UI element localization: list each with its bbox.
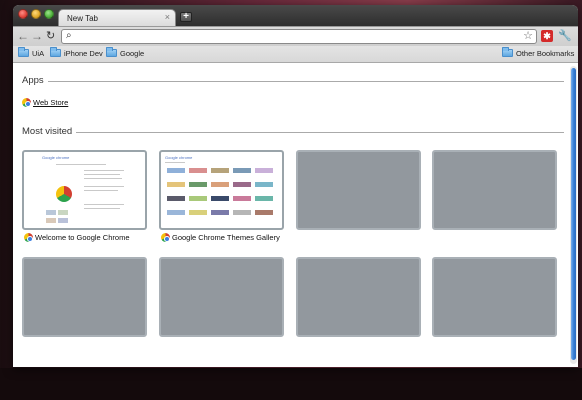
forward-arrow-icon[interactable]: → xyxy=(31,29,43,43)
toolbar: ← → ↻ ⌕ ☆ ✱ 🔧 xyxy=(13,26,578,46)
wrench-icon[interactable]: 🔧 xyxy=(558,29,572,42)
minimize-window-button[interactable] xyxy=(31,9,41,19)
empty-thumbnail[interactable] xyxy=(296,150,421,230)
thumbnail-title: Welcome to Google Chrome xyxy=(35,233,130,242)
zoom-window-button[interactable] xyxy=(44,9,54,19)
thumbnail-label-welcome[interactable]: Welcome to Google Chrome xyxy=(24,233,130,242)
reload-icon[interactable]: ↻ xyxy=(46,29,55,43)
bookmarks-bar: UiA iPhone Dev Google Other Bookmarks xyxy=(13,46,578,63)
browser-window: New Tab × + ← → ↻ ⌕ ☆ ✱ 🔧 UiA iPhone Dev… xyxy=(13,5,578,367)
apps-section: Apps xyxy=(22,75,564,86)
thumbnail-title: Google Chrome Themes Gallery xyxy=(172,233,280,242)
bookmark-folder-iphone-dev[interactable]: iPhone Dev xyxy=(50,47,103,58)
bookmark-label: Google xyxy=(120,49,145,58)
thumbnail-welcome-to-chrome[interactable]: Google chrome xyxy=(22,150,147,230)
new-tab-page: Apps Web Store Most visited Google chrom… xyxy=(13,64,578,367)
back-arrow-icon[interactable]: ← xyxy=(17,29,29,43)
tab-new-tab[interactable]: New Tab × xyxy=(58,9,176,26)
apps-heading: Apps xyxy=(22,75,48,86)
vertical-scrollbar[interactable] xyxy=(570,66,577,364)
thumbnail-label-themes[interactable]: Google Chrome Themes Gallery xyxy=(161,233,280,242)
new-tab-button[interactable]: + xyxy=(180,12,192,22)
scrollbar-thumb[interactable] xyxy=(571,68,576,360)
folder-icon xyxy=(50,47,61,57)
most-visited-heading: Most visited xyxy=(22,126,77,137)
web-store-label: Web Store xyxy=(33,98,69,107)
page-preview: Google chrome xyxy=(26,154,143,226)
tab-strip: New Tab × + xyxy=(13,5,578,26)
empty-thumbnail[interactable] xyxy=(22,257,147,337)
close-tab-icon[interactable]: × xyxy=(165,12,170,22)
other-bookmarks-label: Other Bookmarks xyxy=(516,49,575,58)
thumbnail-themes-gallery[interactable]: Google chrome xyxy=(159,150,284,230)
empty-thumbnail[interactable] xyxy=(159,257,284,337)
most-visited-section: Most visited xyxy=(22,126,564,137)
section-divider xyxy=(74,132,564,133)
folder-icon xyxy=(502,47,513,57)
empty-thumbnail[interactable] xyxy=(296,257,421,337)
address-input[interactable] xyxy=(79,31,519,42)
star-icon[interactable]: ☆ xyxy=(523,29,533,42)
bookmark-label: UiA xyxy=(32,49,45,58)
desktop-background xyxy=(0,368,582,400)
extension-icon[interactable]: ✱ xyxy=(541,30,553,42)
chrome-icon xyxy=(22,98,31,107)
bookmark-folder-google[interactable]: Google xyxy=(106,47,145,58)
chrome-icon xyxy=(24,233,33,242)
folder-icon xyxy=(106,47,117,57)
search-icon: ⌕ xyxy=(66,30,72,41)
empty-thumbnail[interactable] xyxy=(432,150,557,230)
section-divider xyxy=(47,81,564,82)
other-bookmarks-folder[interactable]: Other Bookmarks xyxy=(502,47,575,58)
bookmark-folder-uia[interactable]: UiA xyxy=(18,47,45,58)
empty-thumbnail[interactable] xyxy=(432,257,557,337)
web-store-link[interactable]: Web Store xyxy=(22,98,68,107)
bookmark-label: iPhone Dev xyxy=(64,49,103,58)
page-preview: Google chrome xyxy=(163,154,280,226)
chrome-icon xyxy=(161,233,170,242)
omnibox[interactable]: ⌕ ☆ xyxy=(61,29,537,44)
folder-icon xyxy=(18,47,29,57)
close-window-button[interactable] xyxy=(18,9,28,19)
tab-title: New Tab xyxy=(67,14,98,23)
